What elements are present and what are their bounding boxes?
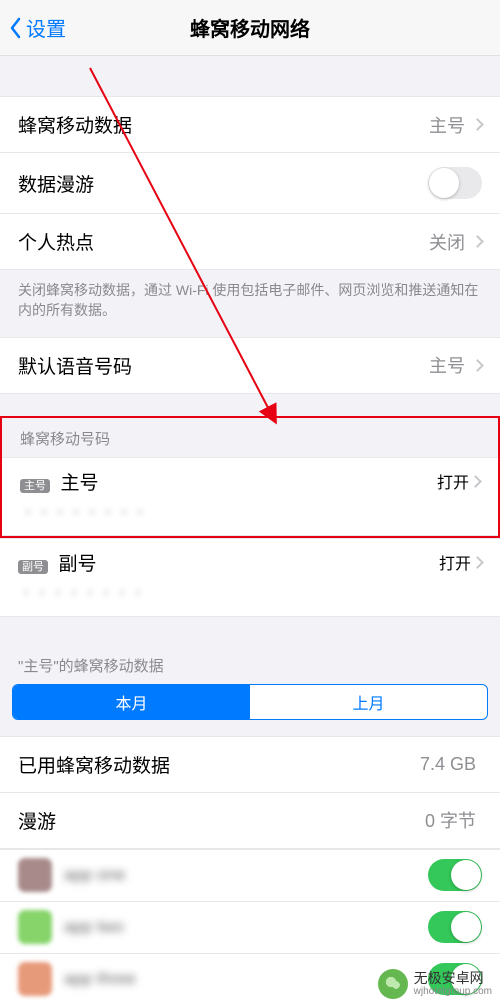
chevron-right-icon [471,118,484,131]
sim-status: 打开 [439,550,471,574]
app-name: app two [64,917,428,937]
row-cellular-data[interactable]: 蜂窝移动数据 主号 [0,96,500,152]
row-used-data: 已用蜂窝移动数据 7.4 GB [0,736,500,792]
sim-tag: 副号 [18,560,48,574]
app-icon [18,962,52,996]
sim-name: 主号 [60,473,98,494]
page-title: 蜂窝移动网络 [190,13,310,42]
sim-name: 副号 [58,554,96,575]
chevron-left-icon [8,16,22,40]
row-sim-secondary[interactable]: 副号 副号 打开 ・・・・・・・・ [0,538,500,617]
app-name: app three [64,969,428,989]
tab-this-month[interactable]: 本月 [13,685,250,719]
watermark-name: 无极安卓网 [414,971,492,986]
toggle-app-data[interactable] [428,911,482,943]
highlight-box: 蜂窝移动号码 主号 主号 打开 ・・・・・・・・ [0,416,500,538]
sim-detail: ・・・・・・・・ [18,580,482,604]
section-header-usage: "主号"的蜂窝移动数据 [0,641,500,684]
sim-detail: ・・・・・・・・ [20,499,480,523]
app-icon [18,910,52,944]
watermark-logo-icon [378,969,408,999]
toggle-app-data[interactable] [428,859,482,891]
row-sim-primary[interactable]: 主号 主号 打开 ・・・・・・・・ [2,457,498,536]
row-default-voice[interactable]: 默认语音号码 主号 [0,337,500,394]
section-header-numbers: 蜂窝移动号码 [2,418,498,457]
group-footer-note: 关闭蜂窝移动数据，通过 Wi-Fi 使用包括电子邮件、网页浏览和推送通知在内的所… [0,270,500,337]
chevron-right-icon [471,235,484,248]
value: 7.4 GB [420,754,476,775]
label: 已用蜂窝移动数据 [18,751,170,778]
watermark-sub: wjhotelgroup.com [414,986,492,997]
row-roaming-data: 漫游 0 字节 [0,792,500,849]
app-icon [18,858,52,892]
label: 默认语音号码 [18,352,132,379]
value: 0 字节 [425,807,476,833]
app-row: app two [0,901,500,953]
back-button[interactable]: 设置 [8,13,66,42]
label: 数据漫游 [18,170,94,197]
sim-status: 打开 [437,469,469,493]
label: 蜂窝移动数据 [18,111,132,138]
sim-tag: 主号 [20,479,50,493]
app-name: app one [64,865,428,885]
row-data-roaming: 数据漫游 [0,152,500,213]
group-network: 蜂窝移动数据 主号 数据漫游 个人热点 关闭 [0,96,500,270]
back-label: 设置 [26,13,66,42]
app-row: app one [0,849,500,901]
label: 漫游 [18,807,56,834]
value: 关闭 [429,229,465,255]
row-hotspot[interactable]: 个人热点 关闭 [0,213,500,270]
segmented-period: 本月 上月 [12,684,488,720]
chevron-right-icon [469,475,482,488]
toggle-data-roaming[interactable] [428,167,482,199]
tab-last-month[interactable]: 上月 [250,685,487,719]
chevron-right-icon [471,359,484,372]
navbar: 设置 蜂窝移动网络 [0,0,500,56]
value: 主号 [429,352,465,378]
chevron-right-icon [471,556,484,569]
label: 个人热点 [18,228,94,255]
watermark: 无极安卓网 wjhotelgroup.com [378,969,492,999]
value: 主号 [429,112,465,138]
